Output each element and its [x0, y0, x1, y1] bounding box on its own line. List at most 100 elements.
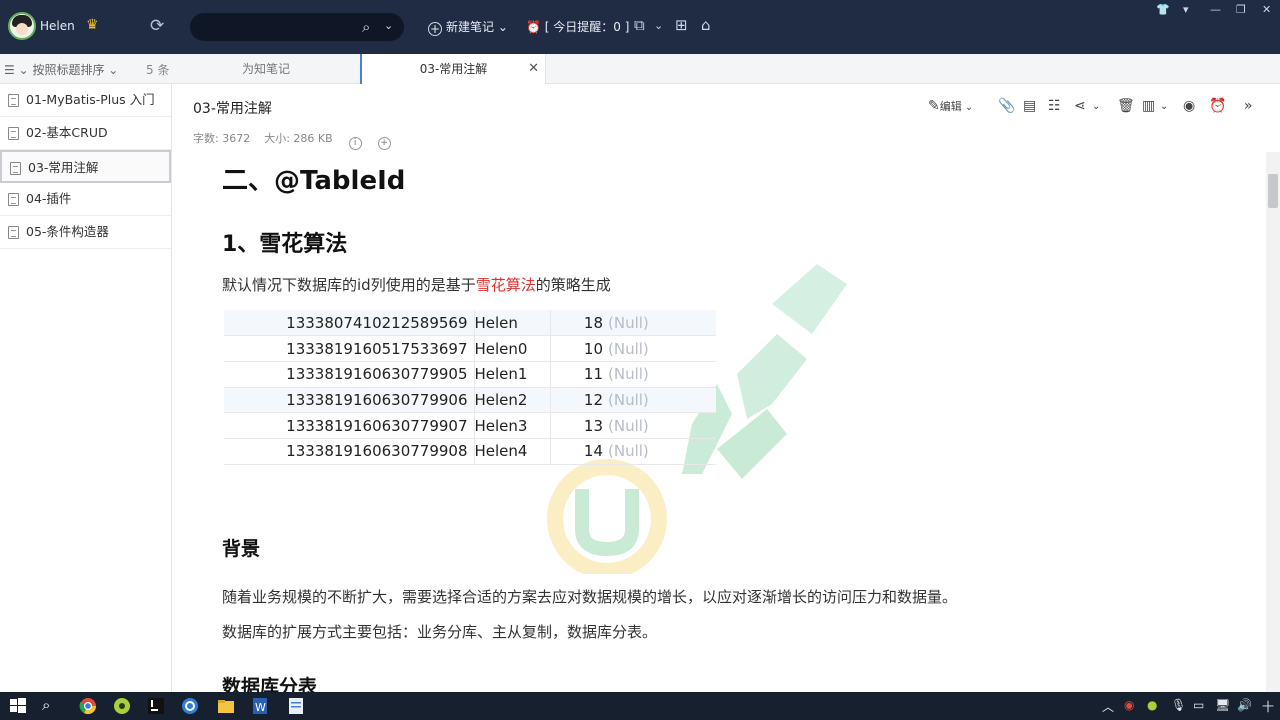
list-menu-icon[interactable]: ☰ ⌄ [4, 63, 32, 77]
cell-age: 18 [550, 310, 608, 337]
edit-button[interactable]: ✎编辑 ⌄ [928, 98, 973, 114]
windows-taskbar: ⌕ W ︿ ◉ ● 🎙 ▭ 🖥 🔊 十 [0, 692, 1280, 720]
note-count: 5 条 [146, 63, 170, 77]
tab-bar: ☰ ⌄ 按照标题排序 ⌄ 5 条 为知笔记 03-常用注解 ✕ [0, 54, 1280, 84]
attachment-icon[interactable]: 📎 [998, 98, 1015, 114]
cell-email: (Null) [608, 412, 716, 439]
volume-icon[interactable]: 🔊 [1237, 698, 1252, 712]
sync-icon[interactable]: ⟳ [150, 16, 164, 36]
weibo-icon[interactable]: ◉ [1183, 98, 1195, 114]
window-chevron-down-icon[interactable]: ⌄ [654, 19, 663, 32]
alarm-icon[interactable]: ⏰ [1209, 98, 1226, 114]
word-count: 字数: 3672 [193, 132, 251, 145]
search-options-chevron-down-icon[interactable]: ⌄ [384, 19, 393, 32]
cell-email: (Null) [608, 438, 716, 465]
note-list-item-active[interactable]: 03-常用注解 [0, 150, 171, 183]
note-list-item[interactable]: 05-条件构造器 [0, 216, 171, 249]
more-chevron-icon[interactable]: » [1244, 98, 1253, 114]
close-tab-icon[interactable]: ✕ [528, 54, 539, 84]
info-icon[interactable]: i [348, 137, 362, 150]
file-explorer-icon[interactable] [216, 696, 236, 716]
share-icon[interactable]: ⋖ [1074, 98, 1086, 114]
scrollbar[interactable] [1266, 152, 1280, 692]
comment-icon[interactable]: ▤ [1023, 98, 1036, 114]
cell-name: Helen3 [474, 412, 551, 439]
reading-chevron-down-icon[interactable]: ⌄ [1160, 101, 1168, 112]
close-window-icon[interactable]: ✕ [1262, 3, 1271, 16]
scrollbar-thumb[interactable] [1268, 174, 1278, 208]
minimize-icon[interactable]: — [1210, 3, 1221, 16]
tray-chevron-up-icon[interactable]: ︿ [1102, 698, 1114, 715]
edit-chevron-down-icon: ⌄ [961, 102, 974, 113]
paragraph-db-scaling: 数据库的扩展方式主要包括：业务分库、主从复制，数据库分表。 [222, 623, 658, 641]
cell-id: 1333819160517533697 [224, 335, 475, 362]
cell-id: 1333819160630779906 [224, 387, 475, 414]
word-icon[interactable]: W [250, 696, 270, 716]
search-input[interactable] [202, 18, 362, 36]
tab-common-annotations[interactable]: 03-常用注解 ✕ [362, 54, 546, 84]
reminder-label: [ 今日提醒：0 ] [544, 20, 630, 34]
reminder-button[interactable]: ⏰ [ 今日提醒：0 ] [526, 18, 629, 35]
note-list-item-label: 04-插件 [26, 191, 72, 206]
cell-age: 11 [550, 361, 608, 388]
svg-text:W: W [255, 701, 266, 714]
edit-label: 编辑 [939, 100, 962, 113]
intellij-idea-icon[interactable] [146, 696, 166, 716]
note-list-item-label: 02-基本CRUD [26, 125, 108, 140]
new-note-chevron-down-icon[interactable]: ⌄ [494, 20, 508, 34]
share-chevron-down-icon[interactable]: ⌄ [1092, 101, 1100, 112]
heading-background: 背景 [222, 538, 261, 560]
sort-dropdown[interactable]: ☰ ⌄ 按照标题排序 ⌄ [4, 61, 118, 78]
add-tag-icon[interactable]: + [377, 137, 391, 150]
clock-text[interactable]: 十 [1262, 698, 1274, 715]
note-editor: 03-常用注解 字数: 3672 大小: 286 KB i + ✎编辑 ⌄ 📎 ▤ ☷… [172, 84, 1280, 698]
tab-label: 03-常用注解 [419, 62, 488, 76]
taskbar-search-icon[interactable]: ⌕ [42, 696, 62, 716]
history-icon[interactable]: ☷ [1048, 98, 1061, 114]
microphone-icon[interactable]: 🎙 [1171, 698, 1186, 712]
menu-dropdown-icon[interactable]: ▾ [1183, 3, 1189, 16]
battery-icon[interactable]: ▭ [1193, 698, 1204, 712]
browser-refresh-icon[interactable] [180, 696, 200, 716]
plus-icon: + [428, 22, 442, 36]
note-title[interactable]: 03-常用注解 [193, 98, 272, 118]
heading-tableid: 二、@TableId [222, 166, 406, 196]
para1-text-end: 的策略生成 [535, 276, 611, 294]
tab-wiznote[interactable]: 为知笔记 [172, 54, 362, 84]
network-icon[interactable]: 🖥 [1215, 698, 1230, 712]
cell-email: (Null) [608, 361, 716, 388]
username-label[interactable]: Helen [40, 19, 75, 33]
note-list-item[interactable]: 02-基本CRUD [0, 117, 171, 150]
external-window-icon[interactable]: ⧉ [634, 16, 645, 34]
note-list-item[interactable]: 04-插件 [0, 183, 171, 216]
note-list-item-label: 05-条件构造器 [26, 224, 109, 239]
vip-crown-icon[interactable]: ♛ [86, 17, 99, 33]
cell-age: 10 [550, 335, 608, 362]
sort-chevron-down-icon: ⌄ [104, 63, 119, 77]
snowflake-highlight: 雪花算法 [475, 276, 536, 294]
skin-shirt-icon[interactable]: 👕 [1156, 3, 1170, 16]
note-list-item[interactable]: 01-MyBatis-Plus 入门 [0, 84, 171, 117]
new-note-button[interactable]: + 新建笔记 ⌄ [428, 18, 508, 36]
reading-mode-icon[interactable]: ▥ [1142, 98, 1155, 114]
home-icon[interactable]: ⌂ [701, 16, 711, 34]
tray-antivirus-icon[interactable]: ◉ [1124, 698, 1134, 712]
app-grid-icon[interactable]: ⊞ [675, 16, 688, 34]
search-icon[interactable]: ⌕ [362, 18, 370, 36]
restore-window-icon[interactable]: ❐ [1236, 3, 1246, 16]
document-icon [10, 162, 21, 175]
note-meta: 字数: 3672 大小: 286 KB i + [193, 130, 391, 150]
table-row: 1333819160630779907 Helen3 13 (Null) [224, 412, 716, 439]
paragraph-background: 随着业务规模的不断扩大，需要选择合适的方案去应对数据规模的增长，以应对逐渐增长的… [222, 588, 958, 606]
result-table: 1333807410212589569 Helen 18 (Null) 1333… [224, 310, 716, 465]
cell-id: 1333819160630779908 [224, 438, 475, 465]
app-green-icon[interactable] [112, 696, 132, 716]
tray-app-icon[interactable]: ● [1147, 698, 1157, 712]
user-avatar[interactable] [8, 12, 36, 40]
document-icon [8, 226, 19, 239]
windows-start-icon[interactable] [8, 696, 28, 716]
document-icon [8, 94, 19, 107]
trash-icon[interactable]: 🗑 [1117, 98, 1135, 114]
chrome-icon[interactable] [78, 696, 98, 716]
notes-app-icon[interactable] [286, 696, 306, 716]
